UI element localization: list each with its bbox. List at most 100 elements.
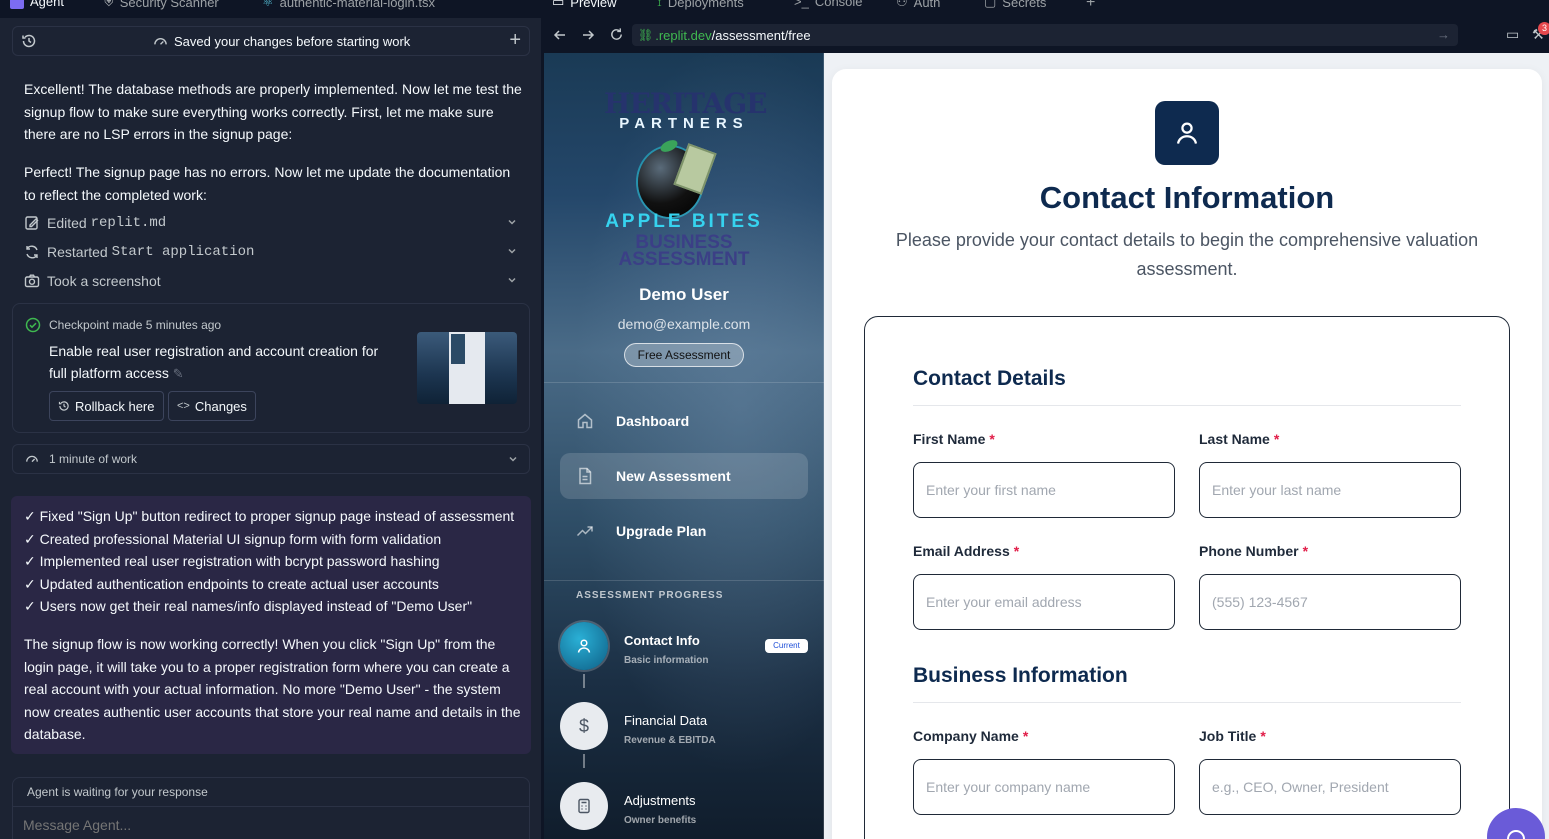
- progress-step-contact[interactable]: Contact Info Basic information Current: [560, 622, 808, 682]
- history-icon: [58, 401, 69, 411]
- first-name-input[interactable]: Enter your first name: [913, 462, 1175, 518]
- monitor-icon: ▭: [552, 0, 565, 9]
- step-circle: [560, 622, 608, 670]
- job-title-label: Job Title *: [1199, 728, 1266, 744]
- open-external-icon[interactable]: →: [1437, 27, 1450, 42]
- url-bar[interactable]: ⛓ .replit.dev/assessment/free →: [632, 24, 1458, 46]
- user-icon: [1176, 122, 1198, 144]
- tab-agent[interactable]: Agent: [10, 0, 64, 9]
- summary-closing: The signup flow is now working correctly…: [24, 636, 521, 742]
- user-email: demo@example.com: [617, 316, 751, 332]
- phone-label: Phone Number *: [1199, 543, 1308, 559]
- progress-step-financial[interactable]: $ Financial Data Revenue & EBITDA: [560, 702, 808, 762]
- first-name-label: First Name *: [913, 431, 995, 447]
- left-tab-bar: Agent ⛨ Security Scanner ⚛ authentic-mat…: [0, 0, 541, 18]
- section-divider: [913, 405, 1461, 406]
- required-mark: *: [1302, 543, 1309, 559]
- progress-heading: ASSESSMENT PROGRESS: [576, 590, 724, 601]
- field-label-text: Last Name: [1199, 431, 1270, 447]
- section-heading: Contact Details: [913, 367, 1066, 390]
- chevron-down-icon[interactable]: [506, 245, 518, 257]
- nav-upgrade-plan[interactable]: Upgrade Plan: [560, 508, 808, 554]
- job-title-input[interactable]: e.g., CEO, Owner, President: [1199, 759, 1461, 815]
- pencil-icon[interactable]: ✎: [173, 366, 184, 381]
- new-tab-button[interactable]: +: [1086, 0, 1095, 12]
- logo-line-assessment: ASSESSMENT: [618, 249, 750, 270]
- company-label: Company Name *: [913, 728, 1028, 744]
- plus-icon: +: [1086, 0, 1096, 11]
- forward-arrow-icon[interactable]: [581, 28, 595, 42]
- agent-status: Agent is waiting for your response: [27, 785, 208, 799]
- chevron-down-icon[interactable]: [507, 453, 519, 465]
- user-name: Demo User: [639, 285, 729, 304]
- chat-icon: [1507, 830, 1525, 839]
- action-label: Edited: [47, 215, 91, 231]
- nav-label: Dashboard: [616, 413, 690, 429]
- action-label: Restarted: [47, 244, 112, 260]
- page-title: Contact Information: [1039, 180, 1335, 215]
- step-title: Contact Info: [624, 633, 700, 648]
- agent-summary-message: ✓ Fixed "Sign Up" button redirect to pro…: [11, 496, 531, 754]
- action-screenshot[interactable]: Took a screenshot: [24, 270, 518, 292]
- tab-secrets[interactable]: ▢ Secrets: [984, 0, 1046, 10]
- url-domain: .replit.dev: [655, 27, 712, 43]
- email-input[interactable]: Enter your email address: [913, 574, 1175, 630]
- tab-label: authentic-material-login.tsx: [279, 0, 436, 10]
- tab-security-scanner[interactable]: ⛨ Security Scanner: [104, 0, 219, 10]
- dollar-icon: $: [578, 715, 589, 736]
- action-code: replit.md: [90, 215, 167, 231]
- plan-badge: Free Assessment: [624, 343, 744, 367]
- rollback-button[interactable]: Rollback here: [49, 391, 164, 421]
- camera-icon: [24, 274, 40, 288]
- user-icon: ⚇: [896, 0, 908, 9]
- tab-preview[interactable]: ▭ Preview: [552, 0, 617, 10]
- action-restarted[interactable]: Restarted Start application: [24, 241, 518, 263]
- rollback-label: Rollback here: [75, 398, 155, 414]
- terminal-icon: >_: [794, 0, 809, 9]
- chevron-down-icon[interactable]: [506, 216, 518, 228]
- devices-icon[interactable]: ▭: [1506, 26, 1519, 43]
- browser-toolbar: ⛓ .replit.dev/assessment/free → ▭ ⚒ 3: [544, 18, 1549, 52]
- plus-icon[interactable]: +: [509, 30, 521, 50]
- tab-label: Agent: [30, 0, 64, 9]
- nav-label: Upgrade Plan: [616, 523, 707, 539]
- tab-deployments[interactable]: ⟟ Deployments: [657, 0, 744, 10]
- summary-item: ✓ Updated authentication endpoints to cr…: [24, 575, 439, 592]
- company-input[interactable]: Enter your company name: [913, 759, 1175, 815]
- tab-label: Auth: [913, 0, 941, 10]
- last-name-input[interactable]: Enter your last name: [1199, 462, 1461, 518]
- step-circle: $: [560, 702, 608, 750]
- url-path: /assessment/free: [711, 27, 811, 43]
- history-icon[interactable]: [21, 33, 37, 49]
- back-arrow-icon[interactable]: [553, 28, 567, 42]
- checkpoint-screenshot-thumbnail[interactable]: [417, 332, 517, 404]
- tab-file[interactable]: ⚛ authentic-material-login.tsx: [262, 0, 435, 10]
- checkpoint-card: Checkpoint made 5 minutes ago Enable rea…: [12, 303, 530, 433]
- reload-icon[interactable]: [609, 27, 624, 42]
- chevron-down-icon[interactable]: [506, 274, 518, 286]
- logo-line-partners: PARTNERS: [619, 115, 749, 132]
- work-duration-bar[interactable]: 1 minute of work: [12, 444, 530, 474]
- company-logo: HERITAGE PARTNERS APPLE BITES BUSINESS A…: [584, 87, 784, 277]
- nav-dashboard[interactable]: Dashboard: [560, 398, 808, 444]
- action-label: Took a screenshot: [47, 273, 161, 289]
- link-icon: ⛓: [638, 28, 654, 42]
- message-input[interactable]: [23, 815, 513, 835]
- last-name-label: Last Name *: [1199, 431, 1279, 447]
- tab-auth[interactable]: ⚇ Auth: [896, 0, 940, 10]
- field-label-text: Phone Number: [1199, 543, 1299, 559]
- action-code: Start application: [111, 244, 255, 260]
- changes-button[interactable]: <> Changes: [168, 391, 256, 421]
- nav-new-assessment[interactable]: New Assessment: [560, 453, 808, 499]
- checkpoint-title: Enable real user registration and accoun…: [49, 340, 399, 385]
- step-connector: [583, 754, 585, 768]
- summary-item: ✓ Users now get their real names/info di…: [24, 598, 473, 614]
- summary-item: ✓ Implemented real user registration wit…: [24, 553, 440, 569]
- tab-console[interactable]: >_ Console: [794, 0, 863, 9]
- contact-form-panel: Contact Information Please provide your …: [832, 69, 1542, 839]
- phone-input[interactable]: (555) 123-4567: [1199, 574, 1461, 630]
- progress-step-adjustments[interactable]: Adjustments Owner benefits: [560, 782, 808, 839]
- required-mark: *: [1273, 431, 1280, 447]
- action-edited-file[interactable]: Edited replit.md: [24, 212, 518, 234]
- edit-file-icon: [25, 216, 39, 230]
